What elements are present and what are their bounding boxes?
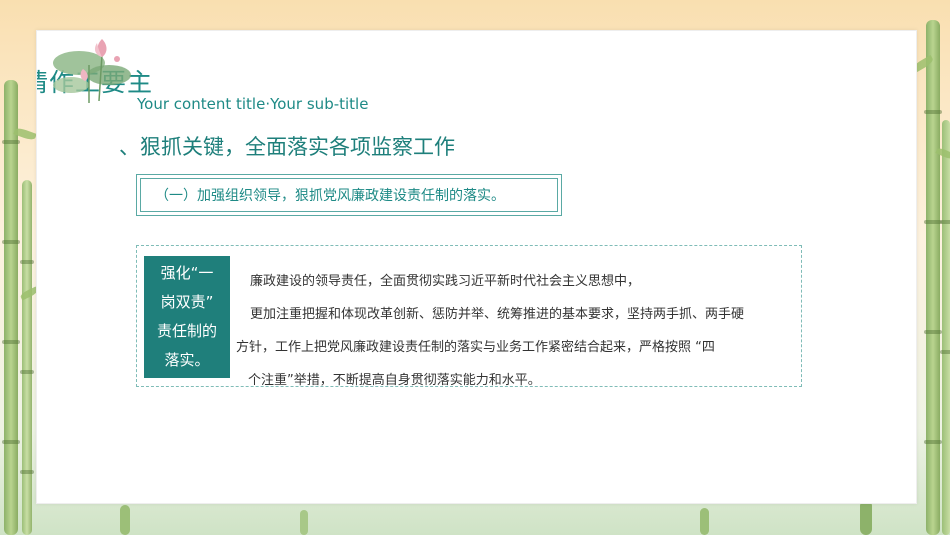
detail-label-line: 岗双责” xyxy=(160,293,214,311)
page-subtitle: Your content title·Your sub-title xyxy=(137,95,369,113)
detail-body-line: 更加注重把握和体现改革创新、惩防并举、统筹推进的基本要求，坚持两手抓、两手硬 xyxy=(250,307,745,322)
detail-label-line: 落实。 xyxy=(164,351,210,369)
detail-box: 强化“一 岗双责” 责任制的 落实。 廉政建设的领导责任，全面贯彻实践习近平新时… xyxy=(136,245,802,388)
point-text: （一）加强组织领导，狠抓党风廉政建设责任制的落实。 xyxy=(140,178,558,212)
lotus-illustration-icon xyxy=(53,39,131,103)
detail-label-line: 责任制的 xyxy=(156,322,217,340)
detail-body-line: 廉政建设的领导责任，全面贯彻实践习近平新时代社会主义思想中， xyxy=(250,274,641,289)
detail-label: 强化“一 岗双责” 责任制的 落实。 xyxy=(144,256,230,378)
bamboo-left-decoration-2 xyxy=(20,180,34,535)
bamboo-right-decoration xyxy=(924,20,942,535)
point-box: （一）加强组织领导，狠抓党风廉政建设责任制的落实。 xyxy=(136,174,562,216)
slide-card: 况情作工要主 Your content title·Your sub-title… xyxy=(36,30,917,504)
detail-body-line: 方针，工作上把党风廉政建设责任制的落实与业务工作紧密结合起来，严格按照 “四 xyxy=(236,340,715,355)
bamboo-right-decoration-2 xyxy=(940,120,950,535)
detail-body-line: 个注重”举措，不断提高自身贯彻落实能力和水平。 xyxy=(248,373,541,388)
bamboo-left-decoration xyxy=(2,80,20,535)
detail-label-line: 强化“一 xyxy=(160,264,214,282)
section-heading: 、狠抓关键，全面落实各项监察工作 xyxy=(119,135,455,159)
